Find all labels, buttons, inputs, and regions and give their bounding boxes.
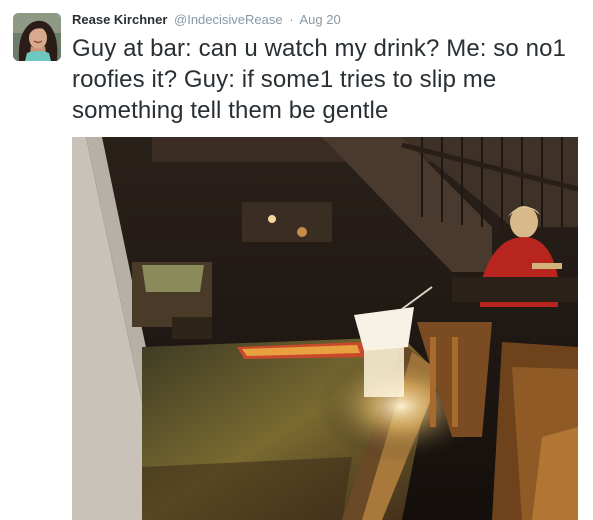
tweet-photo[interactable] (72, 137, 578, 520)
tweet-header: Rease Kirchner @IndecisiveRease · Aug 20 (72, 11, 341, 29)
meta-separator: · (289, 12, 294, 27)
author-handle[interactable]: @IndecisiveRease (174, 12, 283, 27)
timestamp-link[interactable]: Aug 20 (299, 12, 340, 27)
tweet-card: Rease Kirchner @IndecisiveRease · Aug 20… (0, 0, 593, 520)
bar-photo-icon (72, 137, 578, 520)
author-name[interactable]: Rease Kirchner (72, 12, 167, 27)
avatar[interactable] (13, 13, 61, 61)
tweet-text: Guy at bar: can u watch my drink? Me: so… (72, 35, 566, 124)
avatar-photo-icon (13, 13, 61, 61)
